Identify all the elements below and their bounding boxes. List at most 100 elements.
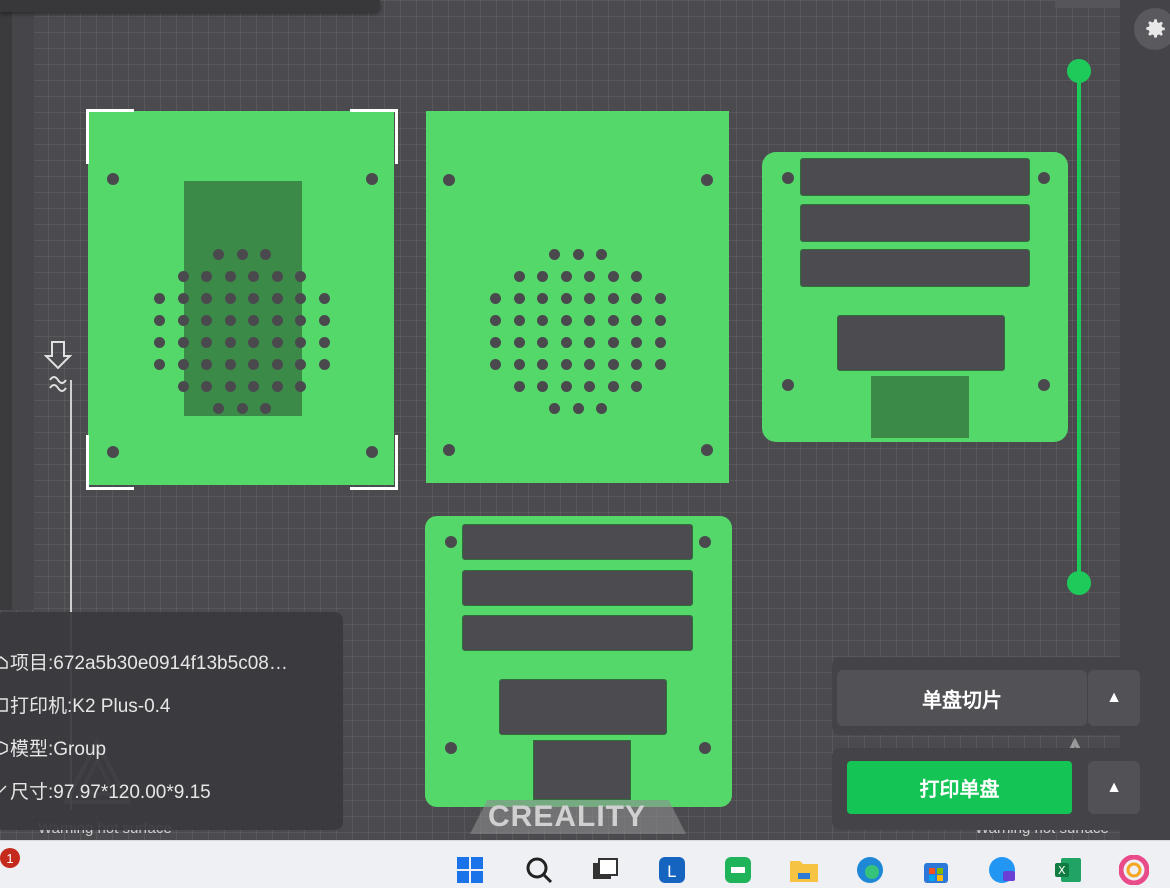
model-plate-4[interactable] [425, 516, 732, 807]
vent-hole [560, 292, 572, 304]
vent-hole [513, 358, 525, 370]
port-cutout [533, 740, 631, 800]
wechat-icon[interactable] [720, 852, 756, 888]
mount-hole [699, 536, 711, 548]
top-right-toolbar-edge [1055, 0, 1120, 8]
vent-hole [572, 402, 584, 414]
vent-hole [631, 314, 643, 326]
mount-hole [443, 444, 455, 456]
photos-icon[interactable] [1116, 852, 1152, 888]
vent-hole [236, 248, 248, 260]
vent-hole [318, 292, 330, 304]
print-plate-button[interactable]: 打印单盘 [847, 761, 1072, 814]
model-plate-3[interactable] [762, 152, 1068, 442]
selection-corner [86, 109, 134, 164]
printer-label: 打印机:K2 Plus-0.4 [10, 696, 171, 717]
slice-plate-button[interactable]: 单盘切片 [837, 670, 1087, 726]
start-icon[interactable] [452, 852, 488, 888]
vent-hole [490, 314, 502, 326]
vent-hole [236, 402, 248, 414]
selection-corner [86, 435, 134, 490]
lenovo-icon[interactable]: L [654, 852, 690, 888]
mount-hole [1038, 379, 1050, 391]
port-cutout [837, 315, 1005, 371]
vent-hole [224, 270, 236, 282]
slot-cutout [800, 204, 1030, 242]
vent-hole [607, 292, 619, 304]
vent-hole [295, 380, 307, 392]
vent-hole [513, 380, 525, 392]
vent-hole [537, 292, 549, 304]
vent-hole [631, 336, 643, 348]
vent-hole [201, 336, 213, 348]
vent-hole [560, 380, 572, 392]
printer-row: 打印机:K2 Plus-0.4 [0, 691, 171, 718]
mount-hole [701, 174, 713, 186]
vent-hole [271, 270, 283, 282]
vent-hole [549, 248, 560, 260]
vent-hole [537, 380, 549, 392]
layer-slider-top-handle[interactable] [1067, 59, 1091, 83]
layer-slider-track[interactable] [1077, 70, 1081, 582]
bed-brand-text: CREALITY [488, 800, 646, 833]
vent-hole [584, 314, 596, 326]
mount-hole [445, 536, 457, 548]
vent-hole [201, 314, 213, 326]
vent-hole [271, 336, 283, 348]
layer-slider-bottom-handle[interactable] [1067, 571, 1091, 595]
vent-hole [213, 402, 224, 414]
search-icon[interactable] [521, 852, 557, 888]
vent-hole [607, 314, 619, 326]
vent-hole [295, 358, 307, 370]
vent-hole [271, 380, 283, 392]
model-row: 模型:Group [0, 734, 106, 761]
mount-hole [107, 173, 119, 185]
vent-hole [295, 314, 307, 326]
edge-ai-icon[interactable] [984, 852, 1020, 888]
project-row: 项目:672a5b30e0914f13b5c08… [0, 648, 288, 675]
vent-hole [537, 358, 549, 370]
vent-hole [596, 248, 607, 260]
print-options-chevron-up-icon[interactable]: ▲ [1088, 761, 1140, 814]
vent-hole [560, 314, 572, 326]
vent-hole [201, 380, 213, 392]
mount-hole [699, 742, 711, 754]
edge-icon[interactable] [852, 852, 888, 888]
mount-hole [445, 742, 457, 754]
task-view-icon[interactable] [587, 852, 623, 888]
store-icon[interactable] [918, 852, 954, 888]
vent-hole [154, 314, 166, 326]
file-explorer-icon[interactable] [786, 852, 822, 888]
notification-badge[interactable]: 1 [0, 848, 20, 868]
vent-hole [213, 248, 224, 260]
vent-hole [560, 336, 572, 348]
vent-hole [318, 336, 330, 348]
vent-hole [154, 292, 166, 304]
settings-gear-icon[interactable] [1134, 8, 1170, 50]
vent-hole [513, 292, 525, 304]
model-plate-1[interactable] [88, 111, 394, 485]
vent-hole [248, 292, 260, 304]
vent-hole [584, 358, 596, 370]
vent-hole [271, 314, 283, 326]
vent-hole [177, 292, 189, 304]
vent-hole [154, 358, 166, 370]
heat-warning-icon [44, 341, 72, 392]
excel-icon[interactable]: X [1050, 852, 1086, 888]
vent-hole [631, 270, 643, 282]
vent-hole [318, 314, 330, 326]
3d-viewport[interactable]: CREALITY Warning hot surface Warning hot… [0, 0, 1170, 840]
vent-hole [295, 270, 307, 282]
vent-hole [584, 336, 596, 348]
vent-hole [631, 292, 643, 304]
vent-hole [513, 270, 525, 282]
vent-hole [607, 336, 619, 348]
vent-hole [177, 358, 189, 370]
slice-options-chevron-up-icon[interactable]: ▲ [1088, 670, 1140, 726]
vent-hole [248, 270, 260, 282]
vent-hole [537, 314, 549, 326]
vent-hole [631, 358, 643, 370]
vent-hole [201, 270, 213, 282]
vent-hole [607, 270, 619, 282]
model-plate-2[interactable] [426, 111, 729, 483]
